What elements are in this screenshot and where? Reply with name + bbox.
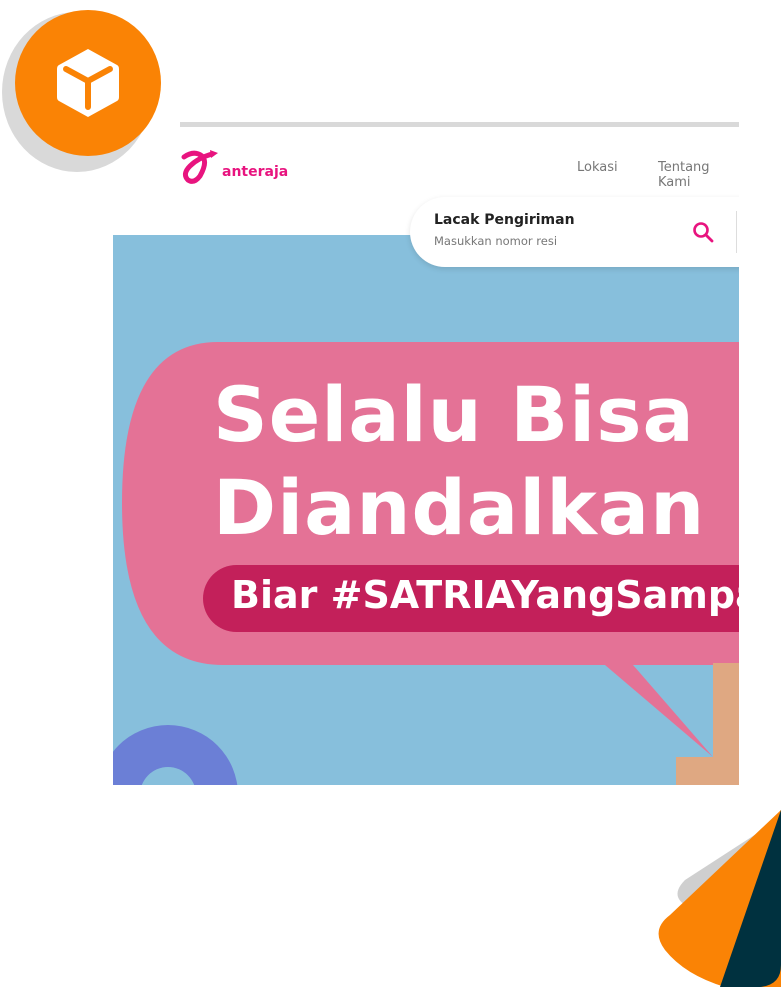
logo-mark-icon xyxy=(181,150,218,184)
track-shipment-box[interactable]: Lacak Pengiriman Masukkan nomor resi xyxy=(410,197,739,267)
website-preview: anteraja Lokasi Tentang Kami Selalu Bisa… xyxy=(0,0,739,987)
corner-decoration xyxy=(658,810,781,987)
divider xyxy=(736,211,737,253)
hero-banner: Selalu Bisa Diandalkan Biar #SATRIAYangS… xyxy=(113,235,739,785)
nav-tentang-kami[interactable]: Tentang Kami xyxy=(658,160,739,190)
divider xyxy=(180,122,739,127)
anteraja-logo[interactable]: anteraja xyxy=(180,148,288,186)
headline-line2: Diandalkan xyxy=(213,463,706,552)
search-icon[interactable] xyxy=(692,221,714,243)
tagline-pill: Biar #SATRIAYangSampai xyxy=(203,565,739,632)
headline-line1: Selalu Bisa xyxy=(213,370,695,459)
logo-text: anteraja xyxy=(222,164,289,180)
nav-lokasi[interactable]: Lokasi xyxy=(577,160,618,175)
